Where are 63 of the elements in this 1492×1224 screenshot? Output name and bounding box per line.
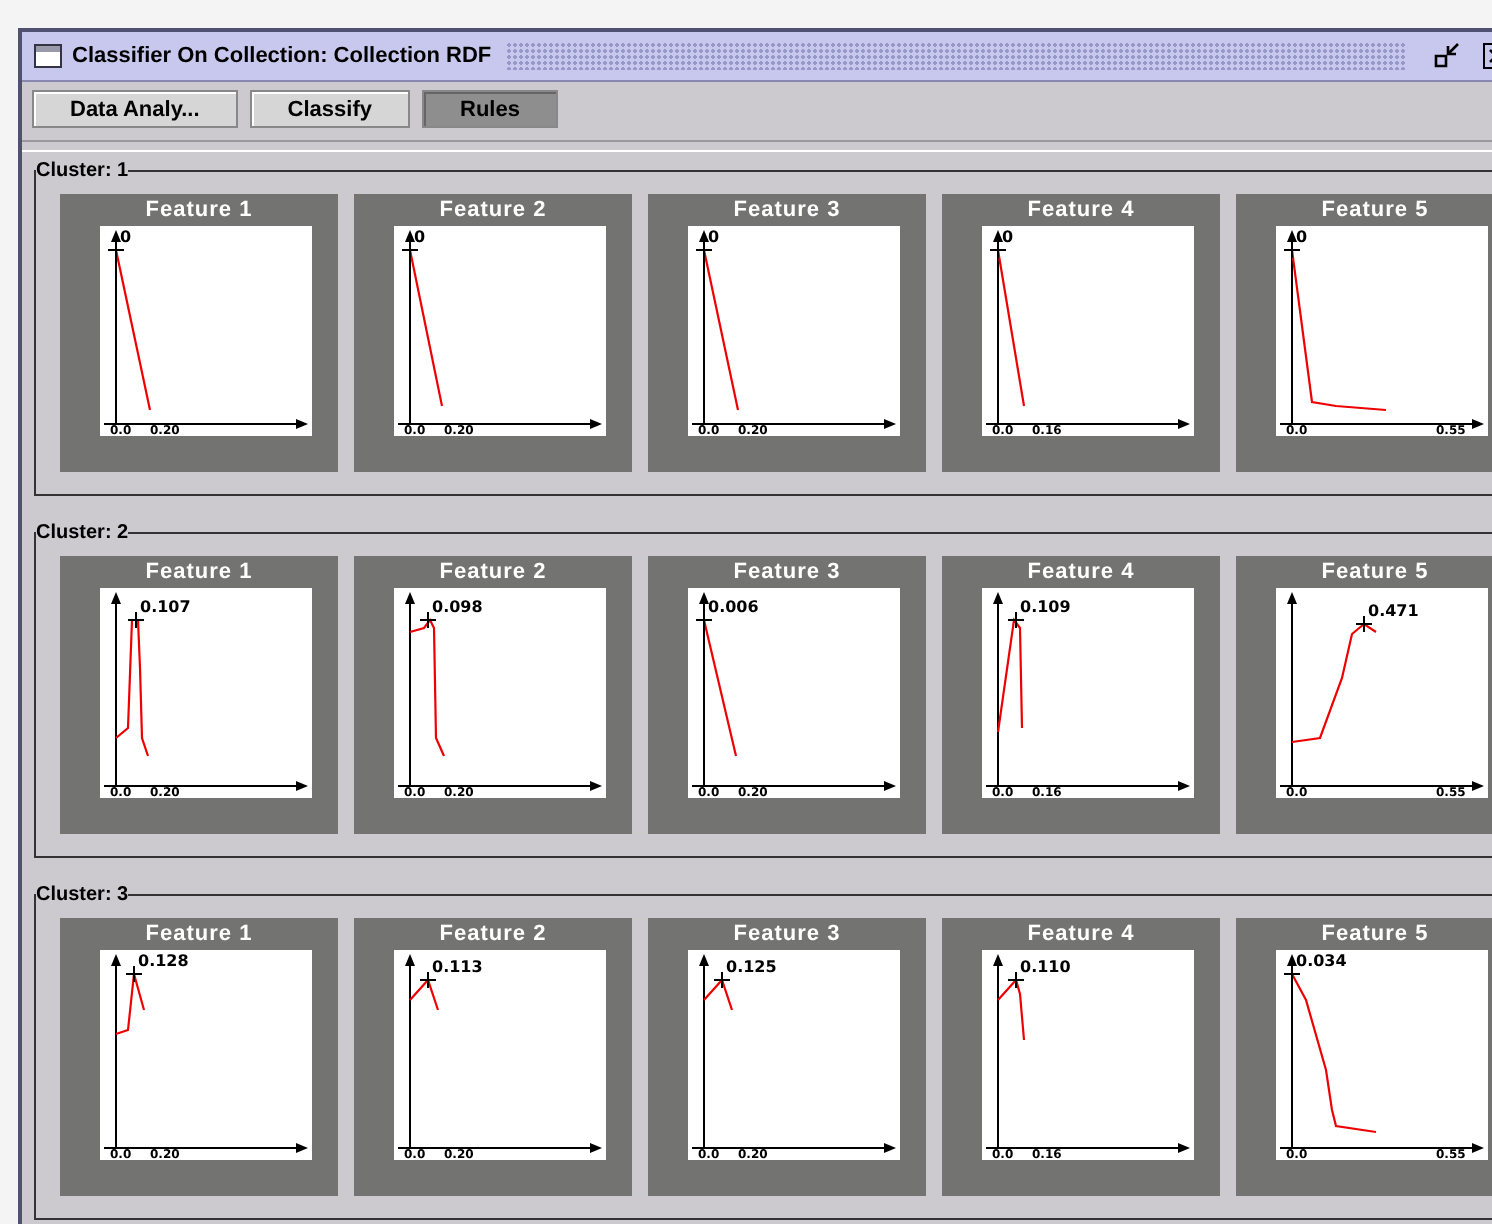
plot-curve xyxy=(995,617,1023,733)
peak-marker xyxy=(1006,611,1024,629)
card-title: Feature 3 xyxy=(733,558,841,588)
plot-curve xyxy=(996,977,1025,1041)
peak-label: 0 xyxy=(119,228,131,246)
plot-curve xyxy=(1290,622,1376,744)
peak-marker xyxy=(126,611,144,629)
window-icon xyxy=(34,44,62,68)
peak-marker xyxy=(694,241,712,259)
peak-label: 0 xyxy=(1001,228,1013,246)
card-title: Feature 5 xyxy=(1321,196,1429,226)
cluster-label: Cluster: 2 xyxy=(36,522,129,544)
peak-marker xyxy=(400,241,418,259)
plot-curve xyxy=(701,619,737,757)
card-title: Feature 1 xyxy=(145,558,253,588)
card-title: Feature 2 xyxy=(439,558,547,588)
card-title: Feature 5 xyxy=(1321,920,1429,950)
peak-label: 0 xyxy=(707,228,719,246)
card-title: Feature 4 xyxy=(1027,558,1135,588)
peak-label: 0 xyxy=(413,228,425,246)
card-title: Feature 2 xyxy=(439,196,547,226)
peak-marker xyxy=(1282,965,1300,983)
peak-label: 0.109 xyxy=(1019,598,1070,616)
peak-marker xyxy=(988,241,1006,259)
peak-marker xyxy=(1006,971,1024,989)
window-title: Classifier On Collection: Collection RDF xyxy=(72,44,492,68)
cluster-label: Cluster: 3 xyxy=(36,884,129,906)
peak-marker xyxy=(418,971,436,989)
plot-curve xyxy=(114,972,145,1036)
toolbar-button[interactable]: Rules xyxy=(422,90,558,128)
peak-marker xyxy=(124,965,142,983)
peak-label: 0.125 xyxy=(725,958,776,976)
plot-curve xyxy=(114,618,149,757)
cluster-label: Cluster: 1 xyxy=(36,160,129,182)
plot-curve xyxy=(702,977,733,1011)
plot-curve xyxy=(408,617,444,757)
peak-label: 0.128 xyxy=(137,952,188,970)
peak-marker xyxy=(1282,241,1300,259)
card-title: Feature 4 xyxy=(1027,196,1135,226)
peak-marker xyxy=(418,611,436,629)
peak-label: 0.107 xyxy=(139,598,190,616)
peak-marker xyxy=(1354,615,1372,633)
card-title: Feature 1 xyxy=(145,920,253,950)
card-title: Feature 1 xyxy=(145,196,253,226)
peak-marker xyxy=(694,611,712,629)
card-title: Feature 4 xyxy=(1027,920,1135,950)
peak-marker xyxy=(106,241,124,259)
peak-label: 0.471 xyxy=(1367,602,1418,620)
peak-label: 0.110 xyxy=(1019,958,1070,976)
restore-icon[interactable] xyxy=(1432,42,1460,70)
peak-label: 0.034 xyxy=(1295,952,1346,970)
card-title: Feature 3 xyxy=(733,920,841,950)
card-title: Feature 2 xyxy=(439,920,547,950)
peak-label: 0.006 xyxy=(707,598,758,616)
toolbar-button[interactable]: Classify xyxy=(249,90,410,128)
card-title: Feature 5 xyxy=(1321,558,1429,588)
plot-curve xyxy=(408,977,439,1011)
card-title: Feature 3 xyxy=(733,196,841,226)
peak-label: 0.098 xyxy=(431,598,482,616)
peak-label: 0 xyxy=(1295,228,1307,246)
peak-marker xyxy=(712,971,730,989)
peak-label: 0.113 xyxy=(431,958,482,976)
toolbar-button[interactable]: Data Analy... xyxy=(32,90,238,128)
